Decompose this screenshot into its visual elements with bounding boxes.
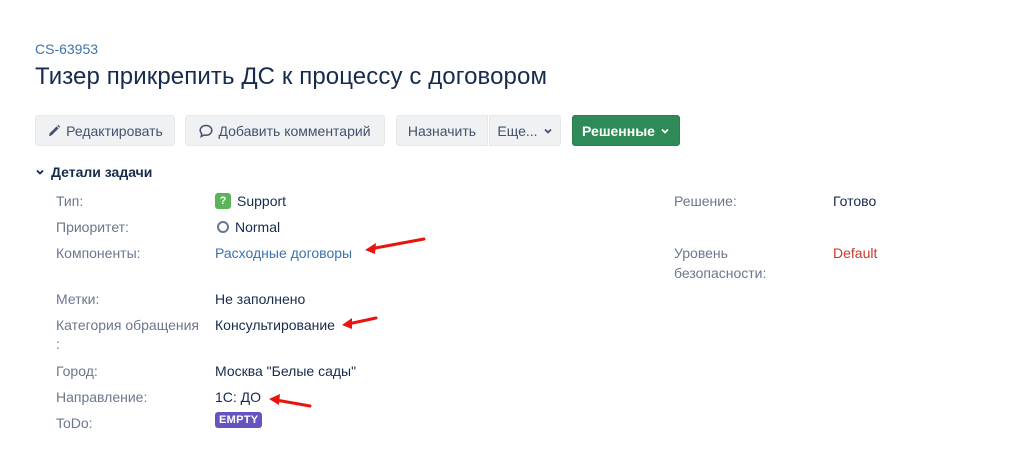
- comment-icon: [199, 124, 214, 138]
- more-actions-button[interactable]: Еще...: [489, 115, 561, 146]
- security-value: Default: [833, 245, 878, 261]
- assign-button[interactable]: Назначить: [396, 115, 488, 146]
- direction-value: 1С: ДО: [215, 389, 262, 405]
- todo-value: EMPTY: [215, 412, 263, 428]
- resolved-label: Решенные: [582, 122, 655, 139]
- priority-label: Приоритет:: [56, 219, 129, 235]
- chevron-down-icon: [661, 128, 669, 134]
- issue-summary[interactable]: Тизер прикрепить ДС к процессу с договор…: [35, 63, 547, 91]
- category-label-colon: :: [56, 336, 60, 352]
- resolution-value: Готово: [833, 193, 877, 209]
- security-label: Уровень: [674, 245, 728, 261]
- edit-button-label: Редактировать: [66, 122, 163, 139]
- arrow-annotation-category: [342, 316, 378, 329]
- priority-value-text: Normal: [235, 219, 281, 235]
- city-value: Москва "Белые сады": [215, 363, 357, 379]
- issue-key-link[interactable]: CS-63953: [35, 41, 98, 57]
- chevron-down-icon: [543, 128, 552, 134]
- chevron-down-icon: [36, 169, 44, 175]
- direction-label: Направление:: [56, 389, 148, 405]
- pencil-icon: [49, 124, 61, 136]
- components-value-link[interactable]: Расходные договоры: [215, 242, 352, 264]
- security-label-line2: безопасности:: [674, 265, 767, 281]
- add-comment-button[interactable]: Добавить комментарий: [185, 115, 385, 146]
- priority-value: Normal: [217, 216, 280, 238]
- type-value-text: Support: [237, 193, 287, 209]
- arrow-annotation-direction: [269, 394, 312, 408]
- labels-label: Метки:: [56, 291, 100, 307]
- type-label: Тип:: [56, 193, 84, 209]
- details-section-title: Детали задачи: [51, 164, 153, 180]
- circle-icon: [217, 221, 229, 233]
- add-comment-label: Добавить комментарий: [218, 122, 371, 139]
- city-label: Город:: [56, 363, 98, 379]
- type-value: ? Support: [215, 190, 286, 212]
- category-label: Категория обращения: [56, 317, 199, 333]
- workflow-resolved-button[interactable]: Решенные: [572, 115, 680, 146]
- components-label: Компоненты:: [56, 245, 141, 261]
- question-icon: ?: [215, 193, 231, 209]
- resolution-label: Решение:: [674, 193, 737, 209]
- details-section-toggle[interactable]: Детали задачи: [35, 164, 152, 180]
- assign-label: Назначить: [407, 122, 477, 139]
- more-label: Еще...: [497, 122, 538, 139]
- todo-label: ToDo:: [56, 415, 93, 431]
- labels-value: Не заполнено: [215, 291, 306, 307]
- edit-button[interactable]: Редактировать: [35, 115, 175, 146]
- category-value: Консультирование: [215, 317, 335, 333]
- arrow-annotation-components: [365, 237, 426, 254]
- status-badge: EMPTY: [215, 412, 263, 428]
